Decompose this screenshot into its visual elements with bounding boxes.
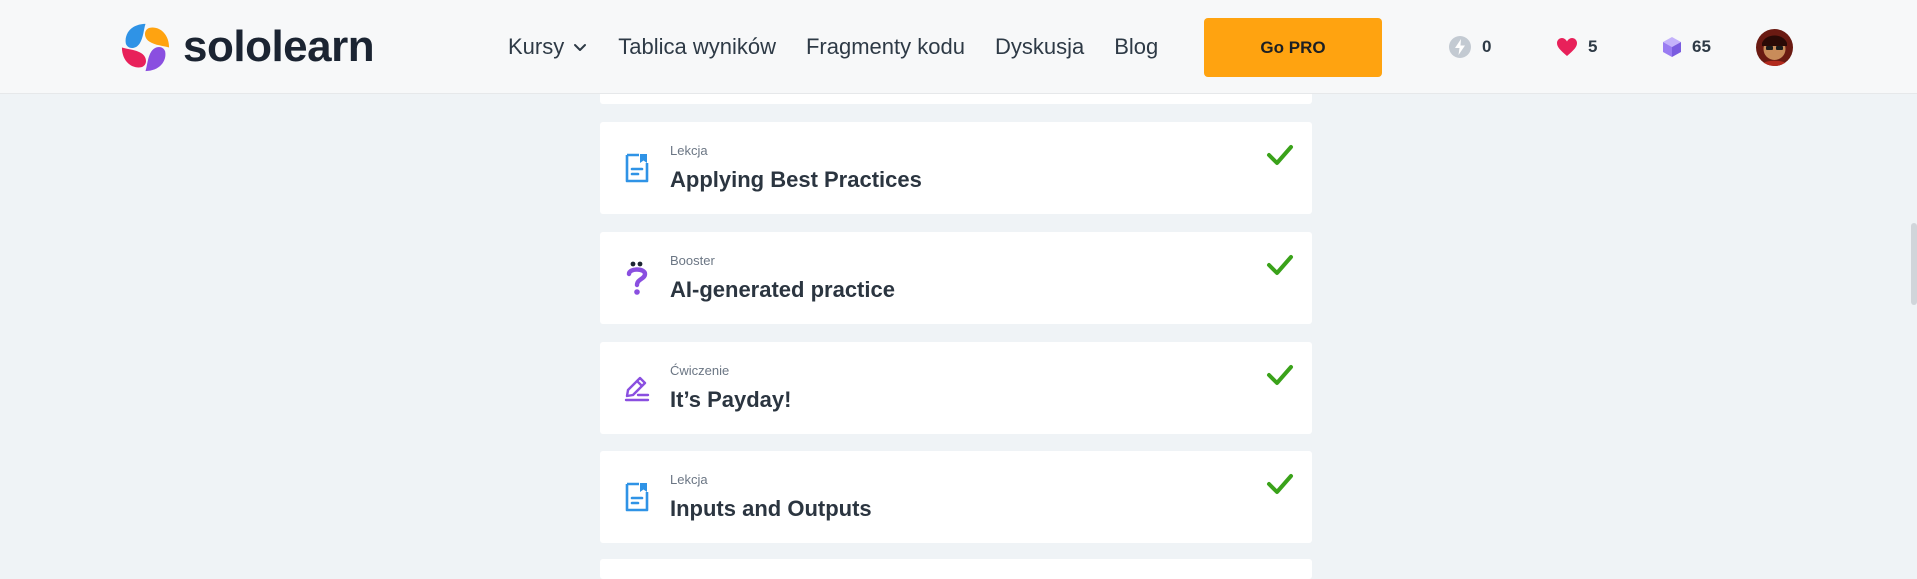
nav-courses[interactable]: Kursy	[508, 34, 588, 60]
lesson-item-ai-generated-practice[interactable]: Booster AI-generated practice	[600, 232, 1312, 324]
completed-check-icon	[1267, 255, 1293, 275]
sololearn-logo[interactable]: sololearn	[118, 19, 375, 75]
nav-code-snippets[interactable]: Fragmenty kodu	[806, 34, 965, 60]
nav-leaderboard[interactable]: Tablica wyników	[618, 34, 776, 60]
go-pro-button[interactable]: Go PRO	[1204, 18, 1382, 77]
exercise-pencil-icon	[620, 371, 654, 405]
list-item-partial[interactable]	[600, 559, 1312, 579]
logo-wordmark: sololearn	[183, 22, 375, 71]
gems-value: 65	[1692, 37, 1711, 56]
booster-question-icon	[620, 261, 654, 295]
gem-cube-icon	[1663, 37, 1681, 57]
lesson-doc-icon	[620, 480, 654, 514]
nav-blog[interactable]: Blog	[1114, 34, 1158, 60]
lesson-item-applying-best-practices[interactable]: Lekcja Applying Best Practices	[600, 122, 1312, 214]
completed-check-icon	[1267, 145, 1293, 165]
lightning-icon	[1449, 36, 1471, 58]
heart-icon	[1557, 38, 1577, 56]
lesson-title: It’s Payday!	[670, 387, 792, 412]
streak-counter[interactable]: 0	[1448, 0, 1491, 94]
lesson-title: Inputs and Outputs	[670, 496, 872, 521]
lesson-type-label: Ćwiczenie	[670, 363, 730, 378]
nav-courses-label: Kursy	[508, 34, 565, 59]
avatar-image	[1756, 29, 1793, 66]
main-nav: Kursy Tablica wyników Fragmenty kodu Dys…	[508, 0, 1188, 94]
completed-check-icon	[1267, 474, 1293, 494]
gems-counter[interactable]: 65	[1662, 0, 1711, 94]
lesson-type-label: Booster	[670, 253, 715, 268]
streak-value: 0	[1482, 37, 1492, 56]
user-avatar[interactable]	[1756, 29, 1793, 66]
completed-check-icon	[1267, 365, 1293, 385]
lesson-item-its-payday[interactable]: Ćwiczenie It’s Payday!	[600, 342, 1312, 434]
nav-discussion[interactable]: Dyskusja	[995, 34, 1084, 60]
lesson-doc-icon	[620, 151, 654, 185]
hearts-value: 5	[1588, 37, 1598, 56]
lesson-title: Applying Best Practices	[670, 167, 922, 192]
scrollbar-thumb[interactable]	[1911, 223, 1917, 305]
top-navbar: sololearn Kursy Tablica wyników Fragment…	[0, 0, 1917, 94]
lesson-type-label: Lekcja	[670, 143, 708, 158]
lesson-item-inputs-and-outputs[interactable]: Lekcja Inputs and Outputs	[600, 451, 1312, 543]
sololearn-logo-icon	[121, 23, 170, 71]
lesson-type-label: Lekcja	[670, 472, 708, 487]
chevron-down-icon	[574, 44, 587, 51]
lesson-title: AI-generated practice	[670, 277, 895, 302]
hearts-counter[interactable]: 5	[1556, 0, 1597, 94]
